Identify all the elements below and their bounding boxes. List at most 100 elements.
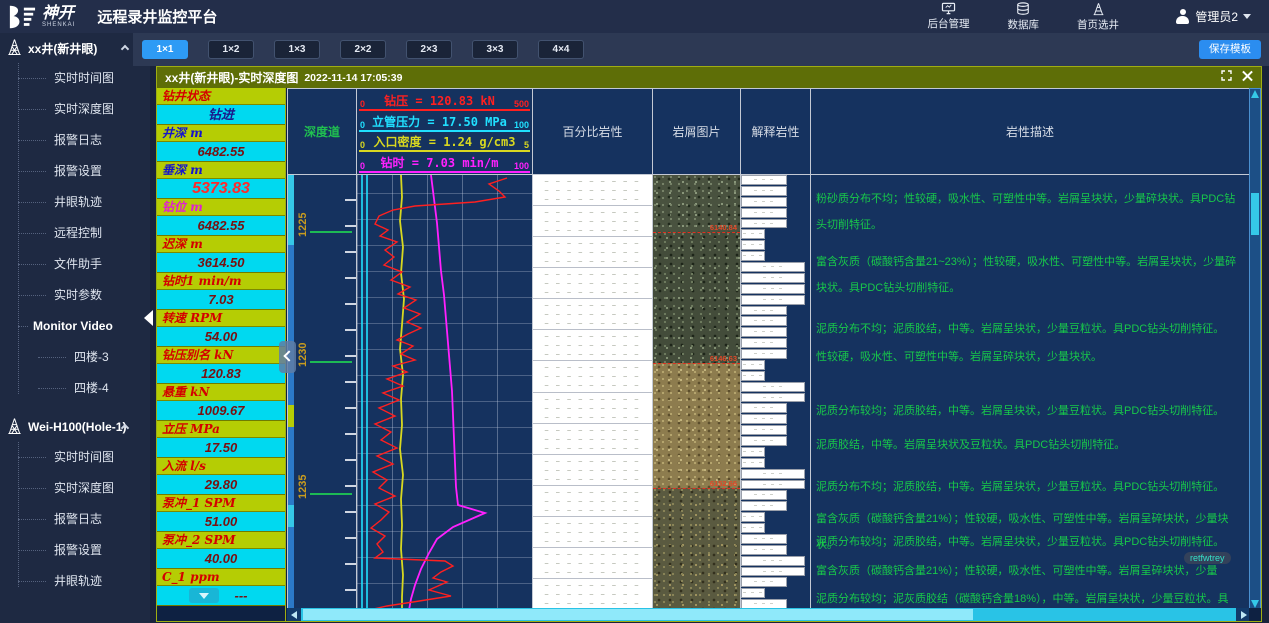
- sidebar-item-四楼-4[interactable]: 四楼-4: [0, 373, 150, 404]
- interp-lithology-block: – – –: [741, 284, 805, 294]
- lithology-pattern-row: – – – – – – – – –– – – – – – – – –– – – …: [533, 486, 652, 517]
- derrick-icon: [1092, 2, 1105, 20]
- sidebar-item-四楼-3[interactable]: 四楼-3: [0, 342, 150, 373]
- param-dropdown-button[interactable]: [189, 588, 219, 603]
- param-label-C_1 ppm: C_1 ppm: [157, 569, 285, 586]
- layout-button-1×3[interactable]: 1×3: [274, 40, 320, 59]
- param-value-转速 RPM: 54.00: [157, 327, 285, 347]
- sidebar-item-报警日志[interactable]: 报警日志: [0, 125, 150, 156]
- lithology-description: 富含灰质（碳酸钙含量21%）；性较硬，吸水性、可塑性中等。岩屑呈碎块状，少量: [816, 558, 1241, 584]
- close-icon[interactable]: [1242, 70, 1253, 81]
- nav-label: 后台管理: [928, 19, 970, 31]
- horizontal-scrollbar[interactable]: [287, 608, 1250, 621]
- interp-lithology-block: – – –: [741, 469, 805, 479]
- lithology-pattern-row: – – – – – – – – –– – – – – – – – –– – – …: [533, 455, 652, 486]
- save-template-button[interactable]: 保存模板: [1199, 40, 1261, 59]
- user-menu[interactable]: 管理员2: [1175, 0, 1251, 33]
- legend-row-入口密度: 0入口密度 = 1.24 g/cm35: [359, 132, 530, 153]
- shenkai-logo-icon: 神开 SHENKAI: [8, 4, 75, 30]
- lithology-description: 粉砂质分布不均；性较硬，吸水性、可塑性中等。岩屑呈块状，少量碎块状。具PDC钻头…: [816, 186, 1241, 238]
- sidebar-item-实时深度图[interactable]: 实时深度图: [0, 473, 150, 504]
- sidebar-item-井眼轨迹[interactable]: 井眼轨迹: [0, 566, 150, 597]
- interp-lithology-block: – – –: [741, 262, 805, 272]
- interp-lithology-block: – – –: [741, 588, 765, 598]
- lithology-pattern-row: – – – – – – – – –– – – – – – – – –– – – …: [533, 361, 652, 392]
- lithology-pattern-row: – – – – – – – – –– – – – – – – – –– – – …: [533, 330, 652, 361]
- depth-minor-ticks: [345, 175, 356, 610]
- sidebar-item-报警设置[interactable]: 报警设置: [0, 535, 150, 566]
- well-tree-sidebar: xx井(新井眼)实时时间图实时深度图报警日志报警设置井眼轨迹远程控制文件助手实时…: [0, 33, 150, 623]
- horizontal-scroll-thumb[interactable]: [303, 609, 973, 620]
- panel-collapse-handle[interactable]: [279, 341, 296, 373]
- depth-label-1225: 1225: [297, 223, 309, 237]
- interp-lithology-block: – – –: [741, 240, 765, 250]
- legend-row-钻时: 0钻时 = 7.03 min/m100: [359, 152, 530, 173]
- layout-button-3×3[interactable]: 3×3: [472, 40, 518, 59]
- chevron-up-icon: [121, 45, 129, 53]
- nav-label: 数据库: [1008, 20, 1040, 32]
- interp-lithology-block: – – –: [741, 425, 787, 435]
- well-name: xx井(新井眼): [28, 40, 97, 57]
- lithology-description: 泥质分布不均；泥质胶结，中等。岩屑呈块状，少量豆粒状。具PDC钻头切削特征。: [816, 474, 1241, 500]
- param-value-钻井状态: 钻进: [157, 105, 285, 125]
- nav-database[interactable]: 数据库: [1008, 2, 1040, 31]
- lithology-percent-column: – – – – – – – – –– – – – – – – – –– – – …: [533, 175, 653, 610]
- sidebar-item-远程控制[interactable]: 远程控制: [0, 218, 150, 249]
- sidebar-item-报警设置[interactable]: 报警设置: [0, 156, 150, 187]
- layout-button-1×2[interactable]: 1×2: [208, 40, 254, 59]
- param-label-钻位 m: 钻位 m: [157, 199, 285, 216]
- layout-button-2×3[interactable]: 2×3: [406, 40, 452, 59]
- interp-lithology-block: – – –: [741, 556, 805, 566]
- param-value-钻时1 min/m: 7.03: [157, 290, 285, 310]
- scroll-down-arrow-icon[interactable]: [1251, 600, 1259, 608]
- layout-button-1×1[interactable]: 1×1: [142, 40, 188, 59]
- sidebar-item-文件助手[interactable]: 文件助手: [0, 249, 150, 280]
- sidebar-group-monitor-video[interactable]: Monitor Video: [0, 311, 150, 342]
- interp-lithology-block: – – –: [741, 186, 787, 196]
- scroll-up-arrow-icon[interactable]: [1251, 90, 1259, 98]
- legend-row-立管压力: 0立管压力 = 17.50 MPa100: [359, 111, 530, 132]
- lithology-pattern-row: – – – – – – – – –– – – – – – – – –– – – …: [533, 424, 652, 455]
- interpreted-lithology-column: – – –– – –– – –– – –– – –– – –– – –– – –…: [741, 175, 811, 610]
- layout-button-4×4[interactable]: 4×4: [538, 40, 584, 59]
- well-group-Wei-H100(Hole-1)[interactable]: Wei-H100(Hole-1): [0, 412, 150, 442]
- chart-body-row: 122512301235 – – – – – – – – –– – – – – …: [287, 175, 1250, 610]
- lithology-description: 泥质分布不均；泥质胶结，中等。岩屑呈块状，少量豆粒状。具PDC钻头切削特征。: [816, 316, 1241, 342]
- sidebar-collapse-arrow[interactable]: [144, 310, 153, 326]
- scroll-left-arrow-icon[interactable]: [287, 608, 301, 621]
- interp-lithology-block: – – –: [741, 175, 787, 185]
- vertical-scrollbar[interactable]: [1249, 88, 1261, 610]
- interp-lithology-block: – – –: [741, 414, 787, 424]
- scroll-right-arrow-icon[interactable]: [1236, 608, 1250, 621]
- photo-depth-line: 6146.63: [653, 363, 740, 364]
- nav-admin[interactable]: 后台管理: [928, 2, 970, 30]
- expand-icon[interactable]: [1221, 70, 1232, 81]
- depth-label-1235: 1235: [297, 485, 309, 499]
- sidebar-item-实时深度图[interactable]: 实时深度图: [0, 94, 150, 125]
- layout-button-2×2[interactable]: 2×2: [340, 40, 386, 59]
- lithology-pattern-row: – – – – – – – – –– – – – – – – – –– – – …: [533, 268, 652, 299]
- window-timestamp: 2022-11-14 17:05:39: [304, 72, 402, 84]
- window-title-bar: xx井(新井眼)-实时深度图 2022-11-14 17:05:39: [157, 67, 1261, 88]
- well-group-xx井(新井眼)[interactable]: xx井(新井眼): [0, 33, 150, 63]
- nav-home-wells[interactable]: 首页选井: [1077, 2, 1119, 31]
- lithology-pattern-row: – – – – – – – – –– – – – – – – – –– – – …: [533, 237, 652, 268]
- cuttings-photo: [653, 232, 740, 363]
- cuttings-photo: [653, 363, 740, 488]
- interp-lithology-block: – – –: [741, 371, 765, 381]
- lithology-description: 性较硬，吸水性、可塑性中等。岩屑呈碎块状，少量块状。: [816, 344, 1241, 370]
- sidebar-item-实时时间图[interactable]: 实时时间图: [0, 442, 150, 473]
- sidebar-item-井眼轨迹[interactable]: 井眼轨迹: [0, 187, 150, 218]
- param-label-悬重 kN: 悬重 kN: [157, 384, 285, 401]
- scrollbar-corner: [1249, 608, 1261, 621]
- lithology-pattern-row: – – – – – – – – –– – – – – – – – –– – – …: [533, 206, 652, 237]
- param-value-泵冲_2 SPM: 40.00: [157, 549, 285, 569]
- sidebar-item-实时参数[interactable]: 实时参数: [0, 280, 150, 311]
- photo-depth-line: 6140.84: [653, 232, 740, 233]
- interp-lithology-block: – – –: [741, 523, 765, 533]
- vertical-scroll-thumb[interactable]: [1251, 193, 1259, 235]
- sidebar-item-实时时间图[interactable]: 实时时间图: [0, 63, 150, 94]
- interp-lithology-block: – – –: [741, 534, 787, 544]
- sidebar-item-报警日志[interactable]: 报警日志: [0, 504, 150, 535]
- param-label-立压 MPa: 立压 MPa: [157, 421, 285, 438]
